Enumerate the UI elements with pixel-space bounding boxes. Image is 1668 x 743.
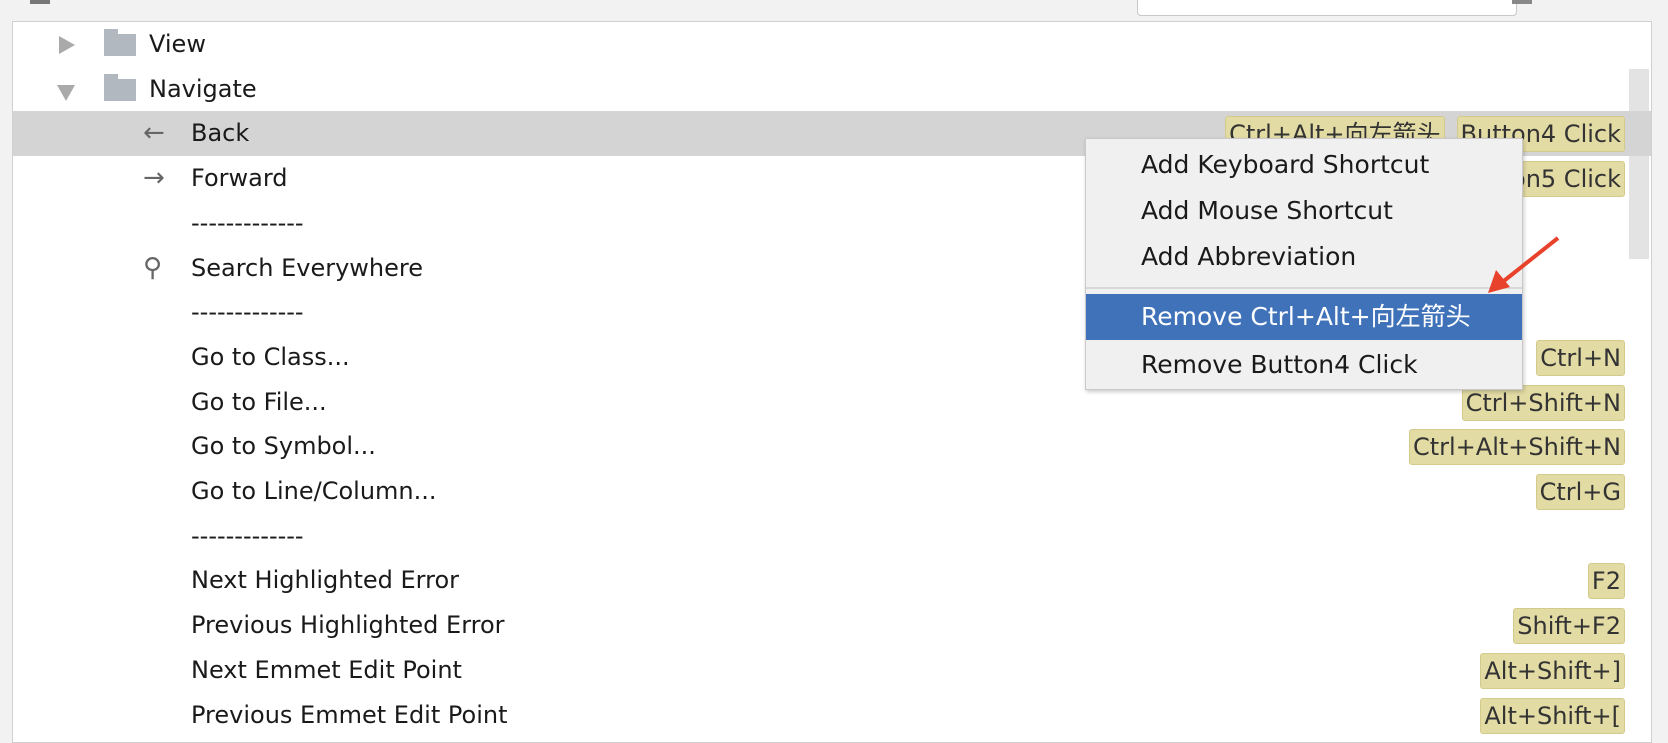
annotation-arrow (1488, 236, 1560, 293)
